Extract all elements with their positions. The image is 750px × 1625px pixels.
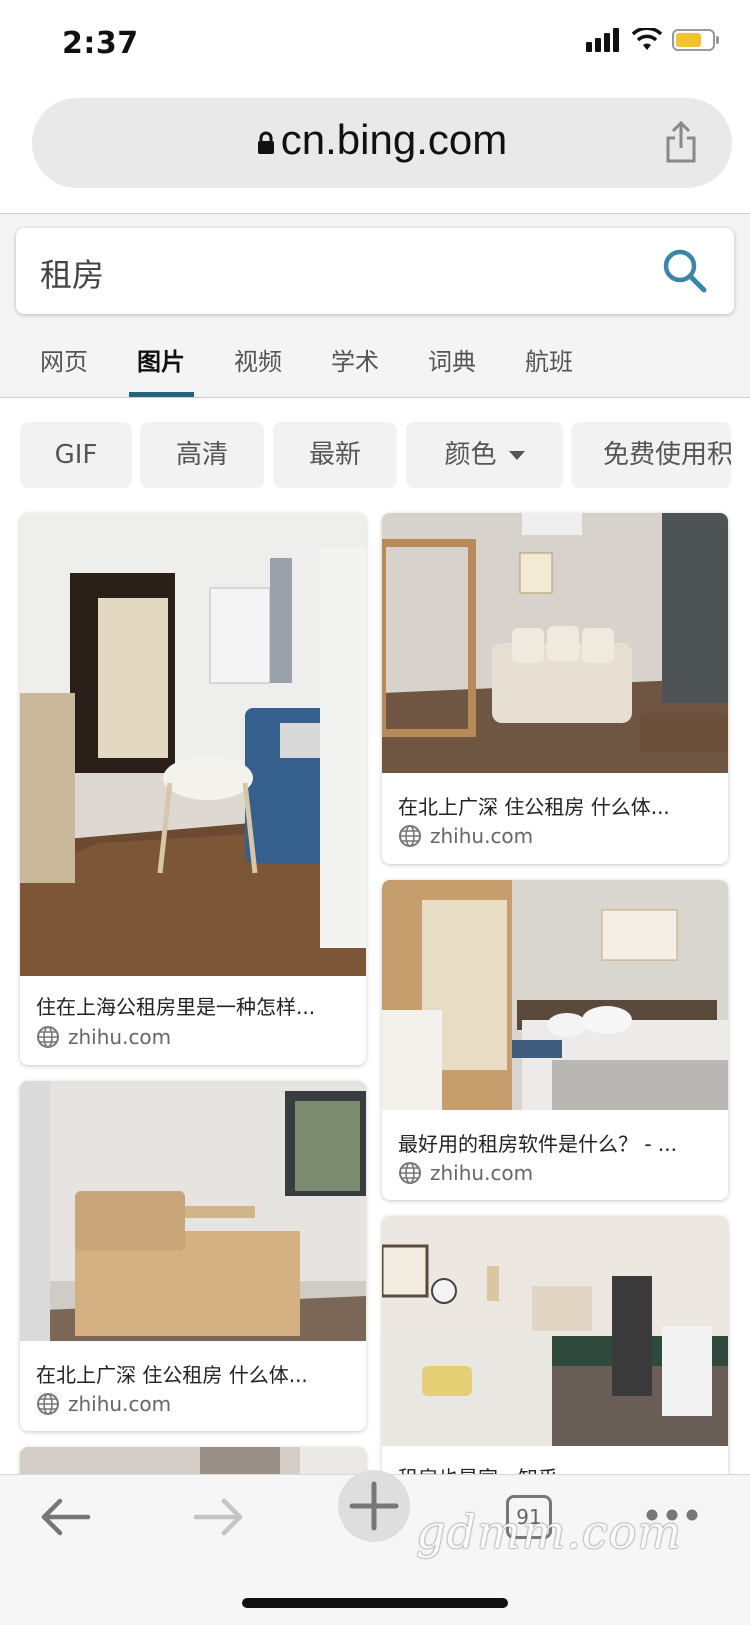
filter-hd[interactable]: 高清 xyxy=(140,422,264,488)
filter-free-label: 免费使用积 xyxy=(603,440,731,470)
result-source: zhihu.com xyxy=(36,1392,171,1416)
url-text: cn.bing.com xyxy=(280,116,508,163)
result-source-domain: zhihu.com xyxy=(430,1161,534,1185)
chevron-down-icon xyxy=(508,451,525,460)
watermark-text: gdmm.com xyxy=(416,1505,682,1559)
result-source-domain: zhihu.com xyxy=(68,1025,172,1049)
result-card[interactable]: 在北上广深 住公租房 什么体... zhihu.com xyxy=(20,1081,366,1431)
result-card[interactable]: 最好用的租房软件是什么？ - ... zhihu.com xyxy=(382,880,728,1200)
status-bar: 2:37 xyxy=(0,0,750,90)
search-query[interactable]: 租房 xyxy=(40,250,104,296)
status-time: 2:37 xyxy=(62,26,139,61)
back-arrow-icon[interactable] xyxy=(38,1493,92,1541)
tab-flights[interactable]: 航班 xyxy=(525,342,573,394)
result-title[interactable]: 住在上海公租房里是一种怎样... xyxy=(36,991,350,1020)
result-thumbnail[interactable] xyxy=(382,1216,728,1446)
result-thumbnail[interactable] xyxy=(20,513,366,976)
filter-latest-label: 最新 xyxy=(308,440,361,470)
result-source: zhihu.com xyxy=(398,824,533,848)
result-card[interactable]: 在北上广深 住公租房 什么体... zhihu.com xyxy=(382,513,728,864)
url-display[interactable]: cn.bing.com xyxy=(32,116,732,164)
result-card[interactable]: 住在上海公租房里是一种怎样... zhihu.com xyxy=(20,513,366,1065)
search-icon[interactable] xyxy=(660,246,708,294)
filter-color-dropdown[interactable]: 颜色 xyxy=(406,422,563,488)
signal-icon xyxy=(586,28,619,52)
status-icons xyxy=(586,28,720,52)
result-source: zhihu.com xyxy=(398,1161,533,1185)
filter-color-label: 颜色 xyxy=(444,440,497,470)
lock-icon xyxy=(257,131,274,154)
result-thumbnail[interactable] xyxy=(20,1081,366,1341)
tab-dictionary[interactable]: 词典 xyxy=(428,342,476,394)
battery-icon xyxy=(672,29,719,51)
tab-web[interactable]: 网页 xyxy=(40,342,88,394)
search-tabs: 网页 图片 视频 学术 词典 航班 xyxy=(0,332,750,397)
home-indicator xyxy=(242,1598,508,1608)
result-thumbnail[interactable] xyxy=(382,513,728,773)
result-title[interactable]: 最好用的租房软件是什么？ - ... xyxy=(398,1128,712,1157)
result-title[interactable]: 在北上广深 住公租房 什么体... xyxy=(36,1359,350,1388)
plus-icon xyxy=(349,1481,399,1531)
share-icon[interactable] xyxy=(664,120,698,164)
globe-icon xyxy=(37,1026,59,1048)
new-tab-button[interactable] xyxy=(338,1470,410,1542)
search-input[interactable]: 租房 xyxy=(16,228,734,314)
tab-images[interactable]: 图片 xyxy=(137,342,185,394)
wifi-icon xyxy=(632,28,662,50)
tab-academic[interactable]: 学术 xyxy=(331,342,379,394)
globe-icon xyxy=(37,1393,59,1415)
search-region: 租房 网页 图片 视频 学术 词典 航班 xyxy=(0,214,750,397)
result-source: zhihu.com xyxy=(36,1025,171,1049)
filter-gif[interactable]: GIF xyxy=(20,422,132,488)
globe-icon xyxy=(399,825,421,847)
filter-free-to-use[interactable]: 免费使用积 xyxy=(571,422,731,488)
globe-icon xyxy=(399,1162,421,1184)
filter-hd-label: 高清 xyxy=(175,440,228,470)
tabs-divider xyxy=(0,397,750,398)
result-source-domain: zhihu.com xyxy=(68,1392,172,1416)
result-source-domain: zhihu.com xyxy=(430,824,534,848)
address-bar[interactable]: cn.bing.com xyxy=(32,98,732,188)
result-card[interactable]: 租房也是家 - 知乎 xyxy=(382,1216,728,1496)
result-thumbnail[interactable] xyxy=(382,880,728,1110)
filter-latest[interactable]: 最新 xyxy=(273,422,397,488)
filter-gif-label: GIF xyxy=(54,440,98,470)
tab-videos[interactable]: 视频 xyxy=(234,342,282,394)
result-title[interactable]: 在北上广深 住公租房 什么体... xyxy=(398,791,712,820)
forward-arrow-icon[interactable] xyxy=(192,1493,246,1541)
